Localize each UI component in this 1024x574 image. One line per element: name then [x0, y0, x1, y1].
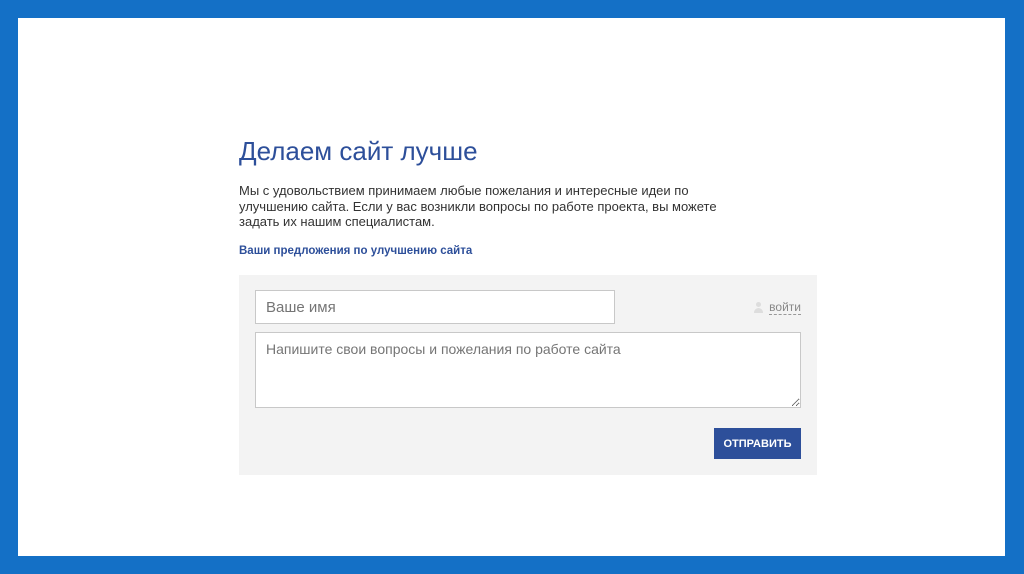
- message-textarea[interactable]: [255, 332, 801, 408]
- user-icon: [753, 302, 764, 313]
- page-description: Мы с удовольствием принимаем любые пожел…: [239, 183, 717, 229]
- form-heading: Ваши предложения по улучшению сайта: [239, 245, 473, 257]
- page-content: Делаем сайт лучше Мы с удовольствием при…: [18, 18, 1005, 556]
- login-link[interactable]: войти: [753, 300, 801, 315]
- login-label: войти: [769, 300, 801, 315]
- name-input[interactable]: [255, 290, 615, 324]
- feedback-form: войти ОТПРАВИТЬ: [239, 275, 817, 475]
- submit-button[interactable]: ОТПРАВИТЬ: [714, 428, 801, 459]
- page-title: Делаем сайт лучше: [239, 136, 478, 166]
